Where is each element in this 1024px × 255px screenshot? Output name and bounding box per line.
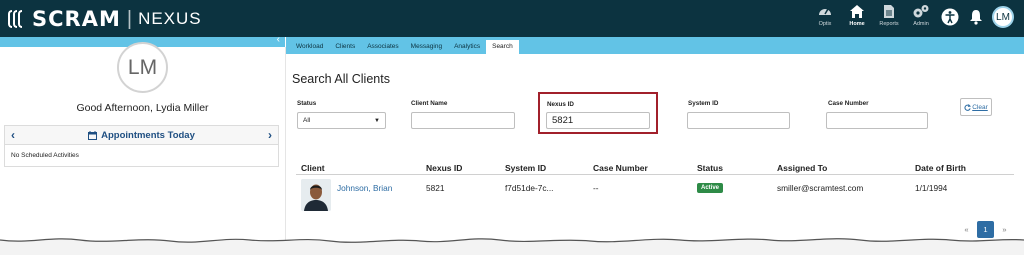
col-system-id[interactable]: System ID xyxy=(505,163,546,173)
col-case-number[interactable]: Case Number xyxy=(593,163,648,173)
nav-home[interactable]: Home xyxy=(844,3,870,27)
case-number-label: Case Number xyxy=(828,100,869,107)
col-assigned-to[interactable]: Assigned To xyxy=(777,163,827,173)
nexus-id-input[interactable]: 5821 xyxy=(546,112,650,129)
col-date-of-birth[interactable]: Date of Birth xyxy=(915,163,966,173)
page-next-button[interactable]: » xyxy=(996,221,1013,238)
nav-optix[interactable]: Optix xyxy=(812,3,838,27)
tab-search[interactable]: Search xyxy=(486,40,519,54)
cell-nexus-id: 5821 xyxy=(426,183,445,193)
nav-reports-label: Reports xyxy=(879,21,899,27)
collapse-sidebar-icon[interactable]: ‹ xyxy=(277,34,280,45)
page-prev-button[interactable]: « xyxy=(958,221,975,238)
accessibility-icon[interactable] xyxy=(940,7,960,27)
user-avatar[interactable]: LM xyxy=(992,6,1014,28)
table-header-divider xyxy=(296,174,1014,175)
torn-edge xyxy=(0,238,1024,255)
appointments-empty: No Scheduled Activities xyxy=(4,145,279,167)
case-number-input[interactable] xyxy=(826,112,928,129)
brand-product: NEXUS xyxy=(138,9,202,28)
appointments-title: Appointments Today xyxy=(88,130,195,141)
cell-date-of-birth: 1/1/1994 xyxy=(915,183,948,193)
nav-admin-label: Admin xyxy=(913,21,929,27)
system-id-label: System ID xyxy=(688,100,719,107)
nav-reports[interactable]: Reports xyxy=(876,3,902,27)
tab-messaging[interactable]: Messaging xyxy=(405,40,448,54)
nav-home-label: Home xyxy=(849,21,865,27)
col-status[interactable]: Status xyxy=(697,163,723,173)
nav-admin[interactable]: Admin xyxy=(908,3,934,27)
clear-label: Clear xyxy=(972,103,988,111)
bell-icon[interactable] xyxy=(966,7,986,27)
appointments-prev-button[interactable]: ‹ xyxy=(11,128,15,142)
client-name-link[interactable]: Johnson, Brian xyxy=(337,183,392,193)
client-photo[interactable] xyxy=(301,179,331,211)
top-nav: Optix Home Reports Admin LM xyxy=(812,3,1014,28)
clear-button[interactable]: Clear xyxy=(960,98,992,116)
tab-workload[interactable]: Workload xyxy=(290,40,329,54)
nexus-id-label: Nexus ID xyxy=(547,101,574,108)
greeting-text: Good Afternoon, Lydia Miller xyxy=(76,102,209,114)
status-select[interactable]: All ▼ xyxy=(297,112,386,129)
status-value: All xyxy=(303,117,311,124)
calendar-icon xyxy=(88,130,98,140)
client-name-input[interactable] xyxy=(411,112,515,129)
appointments-title-label: Appointments Today xyxy=(101,129,195,141)
gauge-icon xyxy=(816,3,834,19)
home-icon xyxy=(848,3,866,19)
status-badge: Active xyxy=(697,183,724,193)
pagination: « 1 » xyxy=(958,221,1013,238)
brand-logo[interactable]: SCRAM | NEXUS xyxy=(8,7,202,31)
tab-associates[interactable]: Associates xyxy=(361,40,404,54)
refresh-icon xyxy=(964,103,972,111)
page-title: Search All Clients xyxy=(292,72,390,86)
gears-icon xyxy=(912,3,930,19)
client-name-label: Client Name xyxy=(411,100,448,107)
scram-logo-icon xyxy=(8,8,28,30)
cell-assigned-to: smiller@scramtest.com xyxy=(777,183,864,193)
nav-optix-label: Optix xyxy=(818,21,832,27)
page-current-button[interactable]: 1 xyxy=(977,221,994,238)
brand-name: SCRAM xyxy=(32,7,121,31)
main-tabs: Workload Clients Associates Messaging An… xyxy=(286,37,1024,54)
appointments-next-button[interactable]: › xyxy=(268,128,272,142)
cell-system-id: f7d51de-7c... xyxy=(505,183,554,193)
appointments-header: ‹ Appointments Today › xyxy=(4,125,279,145)
col-client[interactable]: Client xyxy=(301,163,325,173)
cell-case-number: -- xyxy=(593,183,599,193)
system-id-input[interactable] xyxy=(687,112,790,129)
brand-separator: | xyxy=(126,7,133,30)
chevron-down-icon: ▼ xyxy=(374,117,380,124)
tab-clients[interactable]: Clients xyxy=(329,40,361,54)
tab-analytics[interactable]: Analytics xyxy=(448,40,486,54)
profile-avatar: LM xyxy=(117,42,168,93)
panel-divider xyxy=(285,47,286,255)
top-bar: SCRAM | NEXUS Optix Home Reports Admin L… xyxy=(0,0,1024,37)
col-nexus-id[interactable]: Nexus ID xyxy=(426,163,462,173)
document-icon xyxy=(880,3,898,19)
status-label: Status xyxy=(297,100,317,107)
